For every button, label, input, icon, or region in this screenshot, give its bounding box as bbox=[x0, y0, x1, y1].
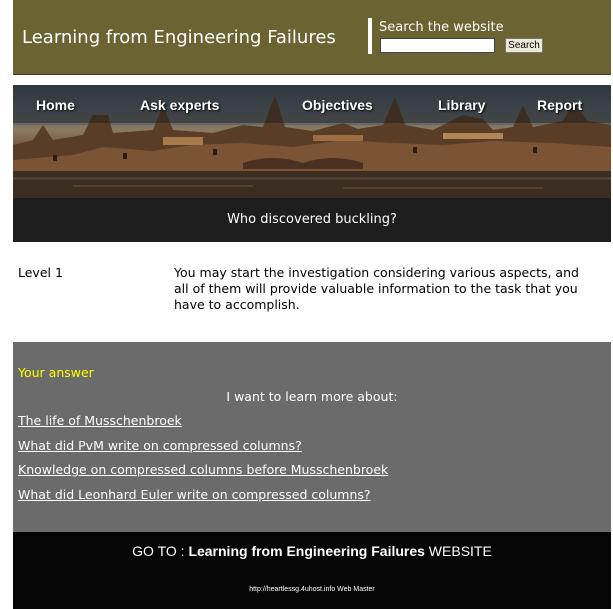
level-label: Level 1 bbox=[18, 265, 63, 280]
search-input[interactable] bbox=[380, 38, 495, 53]
site-footer: GO TO : Learning from Engineering Failur… bbox=[13, 532, 611, 609]
link-knowledge-before-musschenbroek[interactable]: Knowledge on compressed columns before M… bbox=[18, 462, 388, 477]
site-title: Learning from Engineering Failures bbox=[22, 27, 336, 48]
nav-objectives[interactable]: Objectives bbox=[302, 97, 373, 113]
search-button[interactable]: Search bbox=[505, 38, 543, 53]
nav-banner: Home Ask experts Objectives Library Repo… bbox=[13, 85, 611, 198]
link-life-of-musschenbroek[interactable]: The life of Musschenbroek bbox=[18, 413, 182, 428]
link-pvm-compressed-columns[interactable]: What did PvM write on compressed columns… bbox=[18, 438, 302, 453]
nav-home[interactable]: Home bbox=[36, 97, 75, 113]
search-label: Search the website bbox=[379, 20, 504, 35]
answer-label: Your answer bbox=[18, 365, 94, 380]
goto-suffix: WEBSITE bbox=[424, 543, 492, 559]
level-description: You may start the investigation consider… bbox=[174, 265, 579, 312]
link-euler-compressed-columns[interactable]: What did Leonhard Euler write on compres… bbox=[18, 487, 371, 502]
nav-library[interactable]: Library bbox=[438, 97, 485, 113]
answer-panel: Your answer I want to learn more about: … bbox=[13, 342, 611, 532]
footer-credit: http://heartlessg.4uhost.info Web Master bbox=[249, 586, 375, 593]
site-header: Learning from Engineering Failures Searc… bbox=[13, 0, 611, 75]
goto-prefix: GO TO : bbox=[132, 543, 189, 559]
nav-report[interactable]: Report bbox=[537, 97, 582, 113]
search-divider bbox=[368, 18, 372, 54]
page-title: Who discovered buckling? bbox=[13, 198, 611, 242]
goto-website-link[interactable]: GO TO : Learning from Engineering Failur… bbox=[13, 543, 611, 559]
nav-ask-experts[interactable]: Ask experts bbox=[140, 97, 219, 113]
page-frame: Learning from Engineering Failures Searc… bbox=[13, 0, 611, 609]
learn-more-prompt: I want to learn more about: bbox=[226, 389, 398, 404]
level-panel: Level 1 You may start the investigation … bbox=[13, 243, 611, 342]
goto-site-name: Learning from Engineering Failures bbox=[188, 543, 425, 559]
